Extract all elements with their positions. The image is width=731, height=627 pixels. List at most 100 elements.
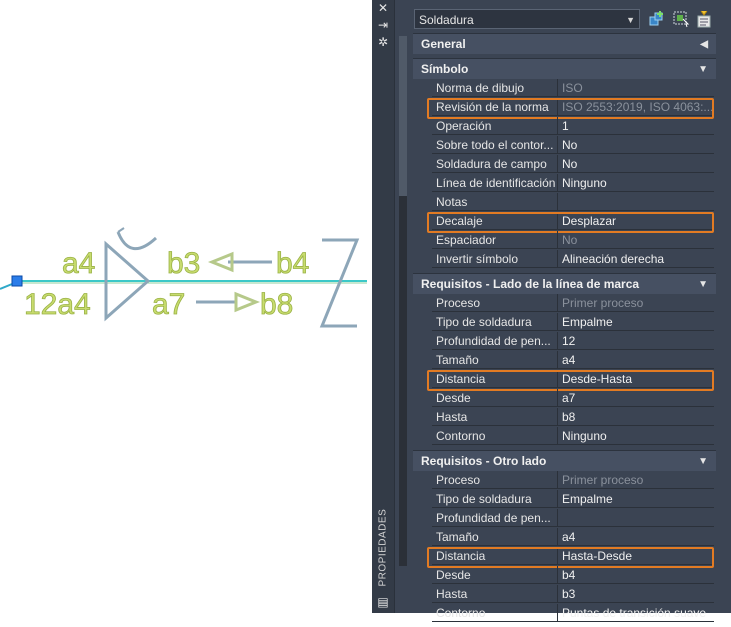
object-type-dropdown[interactable]: Soldadura ▼ [414, 9, 640, 29]
property-label: Tamaño [432, 351, 558, 369]
palette-properties-icon[interactable]: ✲ [375, 34, 391, 50]
property-value[interactable] [558, 193, 714, 211]
property-row-hasta[interactable]: Hasta b3 [413, 585, 716, 604]
property-label: Revisión de la norma [432, 98, 558, 116]
category-title: Símbolo [421, 62, 469, 76]
property-row-decalaje[interactable]: Decalaje Desplazar [413, 212, 716, 233]
property-label: Invertir símbolo [432, 250, 558, 268]
property-row-contorno[interactable]: Contorno Ninguno [413, 427, 716, 446]
scrollbar-thumb[interactable] [399, 36, 407, 196]
property-label: Contorno [432, 604, 558, 622]
property-row-revision-de-la-norma[interactable]: Revisión de la norma ISO 2553:2019, ISO 4… [413, 98, 716, 119]
property-label: Operación [432, 117, 558, 135]
property-row-distancia[interactable]: Distancia Desde-Hasta [413, 370, 716, 391]
weld-label-a7: a7 [152, 288, 185, 321]
property-label: Espaciador [432, 231, 558, 249]
property-row-tamano[interactable]: Tamaño a4 [413, 351, 716, 370]
property-value[interactable]: Desplazar [558, 212, 714, 230]
property-value[interactable]: ISO [558, 79, 714, 97]
close-icon[interactable]: ✕ [375, 0, 391, 16]
grip-handle[interactable] [11, 275, 23, 287]
auto-hide-icon[interactable]: ⇥ [375, 17, 391, 33]
weld-label-12a4: 12a4 [24, 288, 91, 321]
toggle-pickadd-icon[interactable] [648, 10, 666, 28]
chevron-down-icon[interactable]: ▼ [698, 451, 708, 472]
property-value[interactable]: Empalme [558, 313, 714, 331]
property-value[interactable]: a7 [558, 389, 714, 407]
property-label: Desde [432, 566, 558, 584]
scrollbar[interactable] [399, 36, 407, 566]
property-value[interactable]: Hasta-Desde [558, 547, 714, 565]
property-value[interactable]: a4 [558, 351, 714, 369]
property-row-hasta[interactable]: Hasta b8 [413, 408, 716, 427]
property-row-desde[interactable]: Desde a7 [413, 389, 716, 408]
property-value[interactable]: 1 [558, 117, 714, 135]
property-grid: General ◀ Símbolo ▼ Norma de dibujo ISO Revisi… [413, 33, 716, 627]
palette-menu-icon[interactable]: ▤ [375, 594, 391, 610]
property-value[interactable]: b8 [558, 408, 714, 426]
property-label: Tamaño [432, 528, 558, 546]
weld-contour-arc [116, 231, 158, 250]
chevron-down-icon[interactable]: ▼ [698, 59, 708, 80]
chevron-left-icon[interactable]: ◀ [700, 34, 708, 55]
property-label: Hasta [432, 408, 558, 426]
property-row-sobre-todo-el-contor[interactable]: Sobre todo el contor... No [413, 136, 716, 155]
property-value[interactable]: Ninguno [558, 174, 714, 192]
property-label: Notas [432, 193, 558, 211]
property-row-profundidad-de-pen[interactable]: Profundidad de pen... [413, 509, 716, 528]
property-row-tamano[interactable]: Tamaño a4 [413, 528, 716, 547]
property-value[interactable]: No [558, 136, 714, 154]
property-label: Decalaje [432, 212, 558, 230]
property-row-profundidad-de-pen[interactable]: Profundidad de pen... 12 [413, 332, 716, 351]
chevron-down-icon[interactable]: ▼ [698, 274, 708, 295]
property-value[interactable]: No [558, 231, 714, 249]
palette-title-bar[interactable]: ✕ ⇥ ✲ PROPIEDADES ▤ [372, 0, 395, 613]
property-value[interactable]: Alineación derecha [558, 250, 714, 268]
property-row-linea-de-identificacion[interactable]: Línea de identificación Ninguno [413, 174, 716, 193]
property-value[interactable]: 12 [558, 332, 714, 350]
property-label: Contorno [432, 427, 558, 445]
property-row-espaciador[interactable]: Espaciador No [413, 231, 716, 250]
property-value[interactable]: Ninguno [558, 427, 714, 445]
property-row-proceso[interactable]: Proceso Primer proceso [413, 294, 716, 313]
property-value[interactable]: Primer proceso [558, 294, 714, 312]
property-row-proceso[interactable]: Proceso Primer proceso [413, 471, 716, 490]
property-value[interactable]: b4 [558, 566, 714, 584]
category-requisitos-otro-lado[interactable]: Requisitos - Otro lado ▼ [413, 450, 716, 471]
property-value[interactable]: No [558, 155, 714, 173]
property-row-norma-de-dibujo[interactable]: Norma de dibujo ISO [413, 79, 716, 98]
quick-select-icon[interactable] [695, 10, 713, 28]
drawing-canvas[interactable]: a4 b3 b4 12a4 a7 b8 [0, 0, 372, 613]
property-value[interactable]: Primer proceso [558, 471, 714, 489]
property-value[interactable]: ISO 2553:2019, ISO 4063:... [558, 98, 714, 116]
category-title: Requisitos - Lado de la línea de marca [421, 277, 640, 291]
property-label: Soldadura de campo [432, 155, 558, 173]
properties-palette: ✕ ⇥ ✲ PROPIEDADES ▤ Soldadura ▼ General ◀… [372, 0, 731, 622]
property-row-contorno[interactable]: Contorno Puntas de transición suave [413, 604, 716, 623]
category-simbolo[interactable]: Símbolo ▼ [413, 58, 716, 79]
property-row-distancia[interactable]: Distancia Hasta-Desde [413, 547, 716, 568]
chevron-down-icon: ▼ [626, 15, 635, 25]
property-value[interactable]: Empalme [558, 490, 714, 508]
property-value[interactable]: b3 [558, 585, 714, 603]
weld-label-b4: b4 [276, 247, 309, 280]
category-requisitos-lado-de-la-linea-de-marca[interactable]: Requisitos - Lado de la línea de marca ▼ [413, 273, 716, 294]
property-row-invertir-simbolo[interactable]: Invertir símbolo Alineación derecha [413, 250, 716, 269]
property-row-notas[interactable]: Notas [413, 193, 716, 212]
weld-symbol-drawing[interactable]: a4 b3 b4 12a4 a7 b8 [0, 0, 372, 613]
category-title: Requisitos - Otro lado [421, 454, 547, 468]
select-objects-icon[interactable] [672, 10, 690, 28]
property-row-soldadura-de-campo[interactable]: Soldadura de campo No [413, 155, 716, 174]
property-value[interactable]: Desde-Hasta [558, 370, 714, 388]
arrowhead-bottom [234, 291, 261, 313]
property-value[interactable]: Puntas de transición suave [558, 604, 714, 622]
category-general[interactable]: General ◀ [413, 33, 716, 54]
property-value[interactable] [558, 509, 714, 527]
property-label: Proceso [432, 294, 558, 312]
property-value[interactable]: a4 [558, 528, 714, 546]
palette-title: PROPIEDADES [377, 508, 389, 587]
property-row-tipo-de-soldadura[interactable]: Tipo de soldadura Empalme [413, 313, 716, 332]
property-row-tipo-de-soldadura[interactable]: Tipo de soldadura Empalme [413, 490, 716, 509]
property-row-operacion[interactable]: Operación 1 [413, 117, 716, 136]
property-row-desde[interactable]: Desde b4 [413, 566, 716, 585]
